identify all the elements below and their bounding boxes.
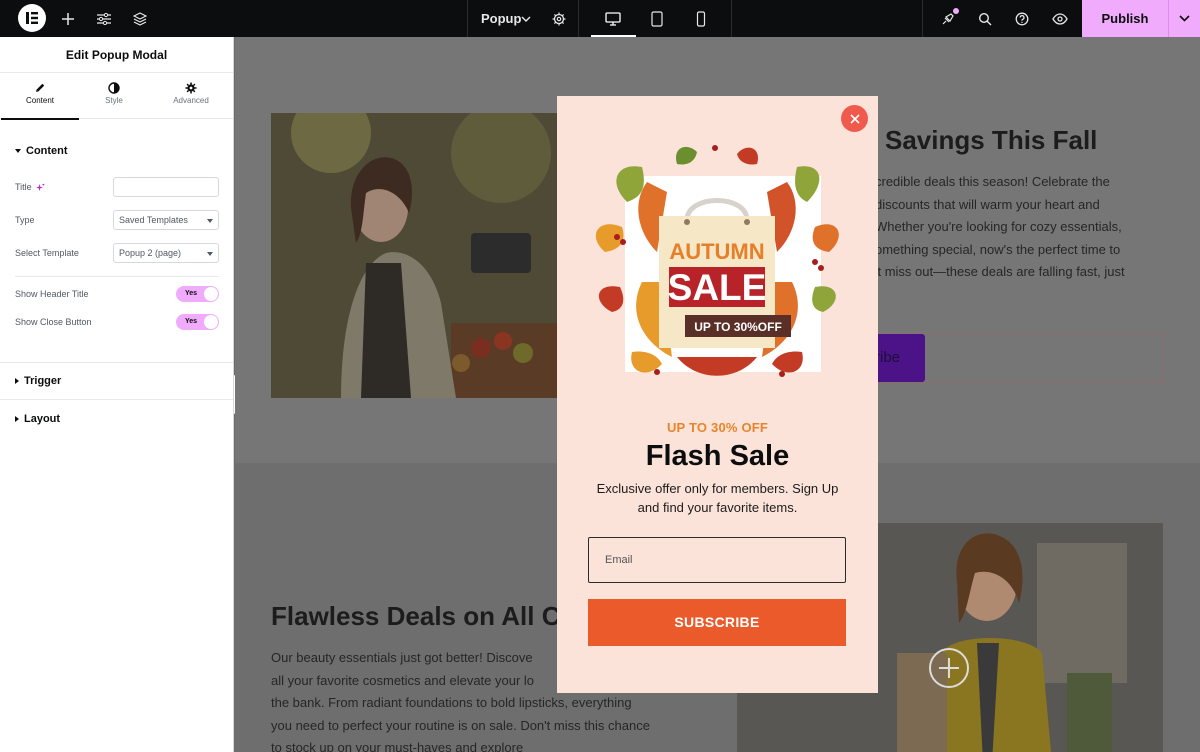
mobile-icon[interactable]	[692, 0, 710, 37]
tab-content[interactable]: Content	[1, 73, 79, 120]
type-select[interactable]: Saved Templates	[113, 210, 219, 230]
tablet-icon[interactable]	[648, 0, 666, 37]
half-circle-icon	[108, 82, 120, 94]
art-text-autumn: AUTUMN	[669, 239, 764, 264]
toolbar-divider	[467, 0, 468, 37]
tab-advanced-label: Advanced	[173, 96, 209, 105]
section-trigger-toggle[interactable]: Trigger	[15, 375, 61, 387]
panel-title: Edit Popup Modal	[0, 37, 233, 73]
chevron-down-icon[interactable]	[518, 0, 534, 37]
caret-down-icon	[207, 252, 213, 256]
popup-eyebrow-text: UP TO 30% OFF	[666, 420, 769, 435]
woman-shopping-vegetables-image	[271, 113, 569, 398]
template-select-value: Popup 2 (page)	[119, 248, 182, 258]
body-text-line: omething special, now's the perfect time…	[875, 241, 1121, 257]
toolbar-divider	[578, 0, 579, 37]
tab-advanced[interactable]: Advanced	[152, 73, 230, 119]
section-content-toggle[interactable]: Content	[15, 145, 68, 157]
gear-icon	[185, 82, 197, 94]
divider	[15, 276, 219, 277]
section-divider	[0, 362, 233, 363]
title-input[interactable]	[113, 177, 219, 197]
section-content-label: Content	[26, 145, 68, 157]
body-text-line: Whether you're looking for cozy essentia…	[875, 219, 1122, 235]
active-tab-indicator	[1, 118, 79, 120]
art-text-sale: SALE	[668, 267, 767, 308]
type-field-label: Type	[15, 215, 35, 225]
caret-down-icon	[15, 149, 21, 153]
caret-down-icon	[207, 219, 213, 223]
show-header-label: Show Header Title	[15, 289, 89, 299]
show-close-label: Show Close Button	[15, 317, 92, 327]
template-select[interactable]: Popup 2 (page)	[113, 243, 219, 263]
title-field-label: Title	[15, 182, 45, 192]
body-text-line: discounts that will warm your heart and	[875, 196, 1100, 212]
notification-dot	[953, 8, 959, 14]
show-close-toggle[interactable]: Yes	[176, 314, 219, 330]
section-trigger-label: Trigger	[24, 375, 62, 387]
type-select-value: Saved Templates	[119, 215, 188, 225]
chevron-down-icon	[1179, 15, 1190, 22]
toolbar-divider	[922, 0, 923, 37]
popup-email-input[interactable]: Email	[588, 537, 846, 583]
layers-icon[interactable]	[130, 0, 150, 37]
search-icon[interactable]	[975, 0, 995, 37]
pencil-icon	[36, 83, 45, 92]
popup-close-button[interactable]	[841, 105, 868, 132]
section-body-text-fall: credible deals this season! Celebrate th…	[875, 171, 1170, 284]
tab-content-label: Content	[25, 96, 55, 105]
ai-sparkle-icon[interactable]	[35, 183, 45, 192]
publish-button[interactable]: Publish	[1082, 0, 1168, 37]
editor-panel: Edit Popup Modal Content Style Advanced …	[0, 37, 234, 752]
close-icon	[849, 113, 860, 124]
body-text-line: credible deals this season! Celebrate th…	[875, 174, 1110, 189]
body-text-line: to stock up on your must-haves and explo…	[271, 740, 524, 752]
top-toolbar: Popup Publish	[0, 0, 1200, 37]
preview-eye-icon[interactable]	[1050, 0, 1070, 37]
settings-sliders-icon[interactable]	[94, 0, 114, 37]
toggle-knob	[204, 287, 218, 301]
art-text-discount: UP TO 30%OFF	[694, 320, 782, 334]
toggle-state-label: Yes	[185, 318, 198, 325]
help-icon[interactable]	[1012, 0, 1032, 37]
popup-title: Flash Sale	[645, 440, 790, 472]
popup-subscribe-button[interactable]: SUBSCRIBE	[588, 599, 846, 646]
publish-options-button[interactable]	[1168, 0, 1200, 37]
document-name[interactable]: Popup	[481, 0, 521, 37]
caret-right-icon	[15, 378, 19, 384]
plus-icon	[939, 658, 959, 678]
elementor-logo-icon[interactable]	[18, 4, 46, 32]
add-section-button[interactable]	[929, 648, 969, 688]
toolbar-divider	[731, 0, 732, 37]
popup-modal: AUTUMN SALE UP TO 30%OFF UP TO 30% OFF F…	[557, 96, 878, 693]
body-text-line: 't miss out—these deals are falling fast…	[875, 264, 1125, 280]
add-icon[interactable]	[58, 0, 78, 37]
toggle-state-label: Yes	[185, 290, 198, 297]
show-header-toggle[interactable]: Yes	[176, 286, 219, 302]
tab-style-label: Style	[105, 96, 123, 105]
caret-right-icon	[15, 416, 19, 422]
section-heading-fall-savings: Savings This Fall	[885, 125, 1098, 155]
autumn-sale-illustration: AUTUMN SALE UP TO 30%OFF	[595, 145, 839, 377]
section-divider	[0, 399, 233, 400]
body-text-line: you need to perfect your routine is on s…	[271, 717, 650, 733]
popup-description: Exclusive offer only for members. Sign U…	[596, 481, 839, 515]
desktop-icon[interactable]	[603, 0, 623, 37]
tab-style[interactable]: Style	[75, 73, 153, 119]
section-layout-label: Layout	[24, 413, 61, 425]
panel-tabs: Content Style Advanced	[0, 73, 233, 120]
toggle-knob	[204, 315, 218, 329]
section-layout-toggle[interactable]: Layout	[15, 413, 60, 425]
title-label-text: Title	[15, 182, 32, 192]
template-field-label: Select Template	[15, 248, 79, 258]
notifications-icon[interactable]	[938, 0, 958, 37]
body-text-line: the bank. From radiant foundations to bo…	[271, 695, 632, 711]
gear-icon[interactable]	[549, 0, 569, 37]
section-heading-beauty-deals: Flawless Deals on All Co	[271, 601, 577, 631]
